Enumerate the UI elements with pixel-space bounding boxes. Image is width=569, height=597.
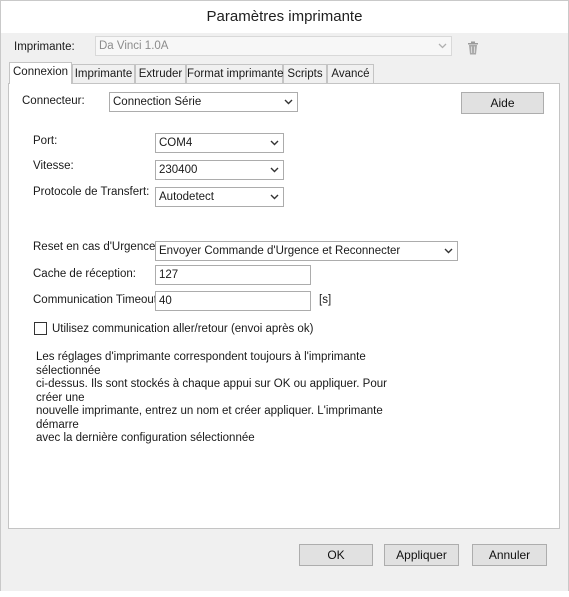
tab-extruder[interactable]: Extruder bbox=[135, 64, 186, 83]
port-label: Port: bbox=[33, 135, 58, 147]
port-select-value: COM4 bbox=[159, 137, 193, 149]
ok-button[interactable]: OK bbox=[299, 544, 373, 566]
trash-icon[interactable] bbox=[467, 41, 479, 55]
reset-select-value: Envoyer Commande d'Urgence et Reconnecte… bbox=[159, 245, 401, 257]
chevron-down-icon bbox=[269, 161, 279, 179]
printer-settings-dialog: Paramètres imprimante Imprimante: Da Vin… bbox=[0, 0, 569, 592]
timeout-unit: [s] bbox=[319, 294, 332, 306]
protocol-select-value: Autodetect bbox=[159, 191, 214, 203]
info-line: avec la dernière configuration sélection… bbox=[36, 432, 255, 444]
printer-select-value: Da Vinci 1.0A bbox=[99, 40, 169, 52]
help-button[interactable]: Aide bbox=[461, 92, 544, 114]
speed-select-value: 230400 bbox=[159, 164, 198, 176]
chevron-down-icon bbox=[283, 93, 293, 111]
timeout-input[interactable]: 40 bbox=[155, 291, 311, 311]
timeout-label: Communication Timeout: bbox=[33, 294, 161, 306]
info-line: Les réglages d'imprimante correspondent … bbox=[36, 351, 366, 377]
printer-select[interactable]: Da Vinci 1.0A bbox=[95, 36, 452, 56]
connector-select[interactable]: Connection Série bbox=[109, 92, 298, 112]
cache-label: Cache de réception: bbox=[33, 268, 136, 280]
info-line: nouvelle imprimante, entrez un nom et cr… bbox=[36, 405, 383, 431]
tab-avance[interactable]: Avancé bbox=[327, 64, 374, 83]
tab-imprimante[interactable]: Imprimante bbox=[72, 64, 135, 83]
port-select[interactable]: COM4 bbox=[155, 133, 284, 153]
info-text: Les réglages d'imprimante correspondent … bbox=[36, 351, 416, 446]
chevron-down-icon bbox=[269, 134, 279, 152]
pingpong-checkbox[interactable] bbox=[34, 322, 47, 335]
tab-format-imprimante[interactable]: Format imprimante bbox=[186, 64, 284, 83]
chevron-down-icon bbox=[443, 242, 453, 260]
connector-select-value: Connection Série bbox=[113, 96, 202, 108]
tab-scripts[interactable]: Scripts bbox=[283, 64, 327, 83]
printer-label: Imprimante: bbox=[14, 41, 75, 53]
protocol-select[interactable]: Autodetect bbox=[155, 187, 284, 207]
chevron-down-icon bbox=[269, 188, 279, 206]
reset-select[interactable]: Envoyer Commande d'Urgence et Reconnecte… bbox=[155, 241, 458, 261]
apply-button[interactable]: Appliquer bbox=[384, 544, 459, 566]
chevron-down-icon bbox=[437, 37, 447, 55]
connector-label: Connecteur: bbox=[22, 95, 85, 107]
background-app-strip bbox=[0, 591, 569, 597]
reset-label: Reset en cas d'Urgence bbox=[33, 241, 156, 253]
speed-label: Vitesse: bbox=[33, 160, 74, 172]
connection-panel: Connecteur: Connection Série Aide Port: … bbox=[8, 83, 560, 529]
speed-select[interactable]: 230400 bbox=[155, 160, 284, 180]
pingpong-label: Utilisez communication aller/retour (env… bbox=[52, 323, 314, 335]
info-line: ci-dessus. Ils sont stockés à chaque app… bbox=[36, 378, 387, 404]
dialog-title: Paramètres imprimante bbox=[1, 1, 568, 33]
cache-input[interactable]: 127 bbox=[155, 265, 311, 285]
tab-connexion[interactable]: Connexion bbox=[9, 62, 72, 84]
cancel-button[interactable]: Annuler bbox=[472, 544, 547, 566]
protocol-label: Protocole de Transfert: bbox=[33, 186, 150, 198]
